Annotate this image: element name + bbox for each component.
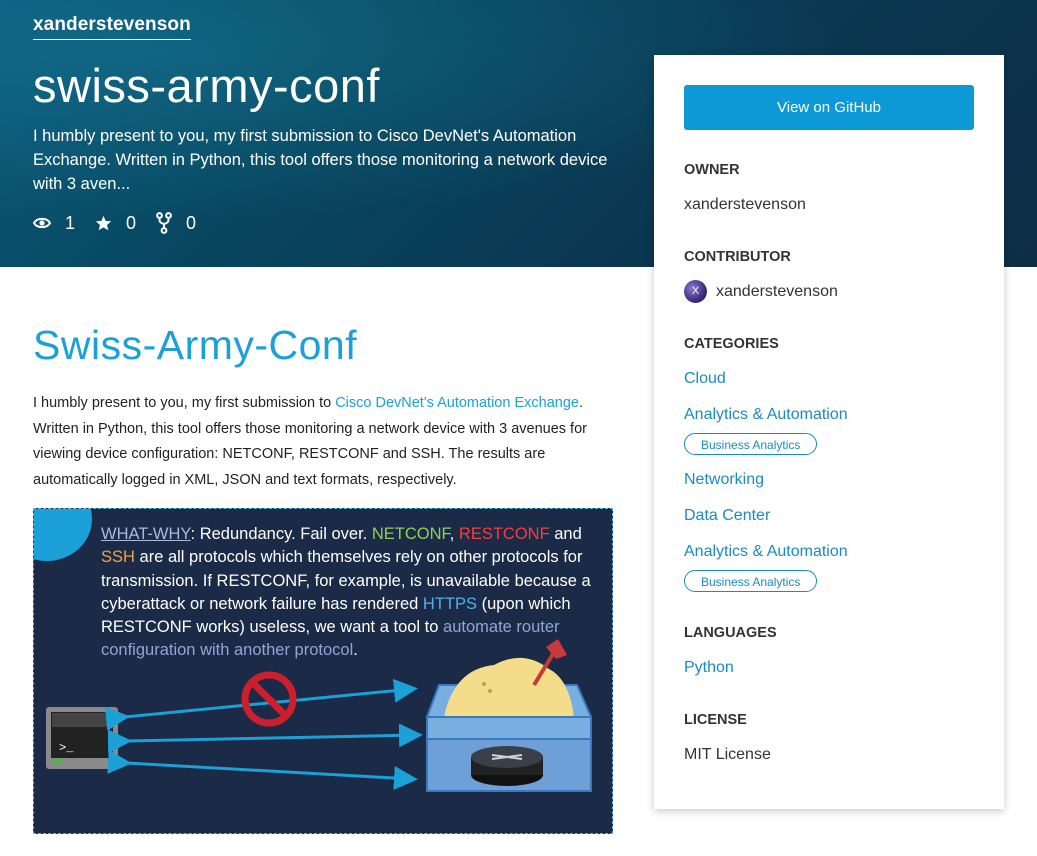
contributor-name: xanderstevenson bbox=[716, 282, 838, 300]
automation-exchange-link[interactable]: Cisco DevNet's Automation Exchange bbox=[335, 395, 579, 411]
contributor-entry[interactable]: X xanderstevenson bbox=[684, 280, 838, 303]
stars-stat: 0 bbox=[95, 213, 136, 234]
avatar: X bbox=[684, 280, 707, 303]
category-cloud[interactable]: Cloud bbox=[684, 370, 726, 388]
license-value: MIT License bbox=[684, 746, 771, 763]
categories-label: CATEGORIES bbox=[684, 336, 779, 352]
category-analytics-automation-2[interactable]: Analytics & Automation bbox=[684, 543, 848, 561]
readme-heading: Swiss-Army-Conf bbox=[33, 322, 358, 368]
arrow-middle bbox=[107, 723, 423, 754]
readme-intro: I humbly present to you, my first submis… bbox=[33, 391, 603, 493]
fork-icon bbox=[156, 212, 172, 234]
watchers-count: 1 bbox=[65, 212, 76, 233]
star-icon bbox=[95, 215, 112, 231]
router-icon bbox=[471, 746, 543, 786]
intro-text-start: I humbly present to you, my first submis… bbox=[33, 395, 336, 411]
languages-label: LANGUAGES bbox=[684, 625, 777, 641]
stars-count: 0 bbox=[126, 212, 137, 233]
view-on-github-button[interactable]: View on GitHub bbox=[684, 85, 974, 130]
diagram-art: >_ bbox=[46, 639, 593, 792]
owner-link[interactable]: xanderstevenson bbox=[33, 14, 191, 40]
watchers-stat: 1 bbox=[33, 213, 75, 234]
no-entry-icon bbox=[241, 671, 297, 727]
subcategory-business-analytics-2[interactable]: Business Analytics bbox=[684, 570, 818, 592]
forks-stat: 0 bbox=[156, 212, 196, 234]
license-label: LICENSE bbox=[684, 712, 747, 728]
category-data-center[interactable]: Data Center bbox=[684, 507, 770, 525]
language-python[interactable]: Python bbox=[684, 659, 734, 677]
terminal-icon: >_ bbox=[46, 707, 118, 769]
category-analytics-automation[interactable]: Analytics & Automation bbox=[684, 406, 848, 424]
terminal-prompt: >_ bbox=[59, 741, 74, 755]
repo-stats: 1 0 0 bbox=[33, 212, 216, 234]
repo-title: swiss-army-conf bbox=[33, 59, 380, 112]
readme-diagram-image: WHAT-WHY: Redundancy. Fail over. NETCONF… bbox=[33, 508, 613, 834]
subcategory-business-analytics[interactable]: Business Analytics bbox=[684, 433, 818, 455]
owner-label: OWNER bbox=[684, 162, 740, 178]
contributor-label: CONTRIBUTOR bbox=[684, 249, 791, 265]
repo-description: I humbly present to you, my first submis… bbox=[33, 127, 608, 193]
repo-sidebar: View on GitHub OWNER xanderstevenson CON… bbox=[654, 55, 1004, 809]
owner-value: xanderstevenson bbox=[684, 196, 806, 213]
category-networking[interactable]: Networking bbox=[684, 471, 764, 489]
eye-icon bbox=[33, 217, 51, 229]
forks-count: 0 bbox=[186, 212, 197, 233]
arrow-bottom bbox=[107, 750, 418, 790]
